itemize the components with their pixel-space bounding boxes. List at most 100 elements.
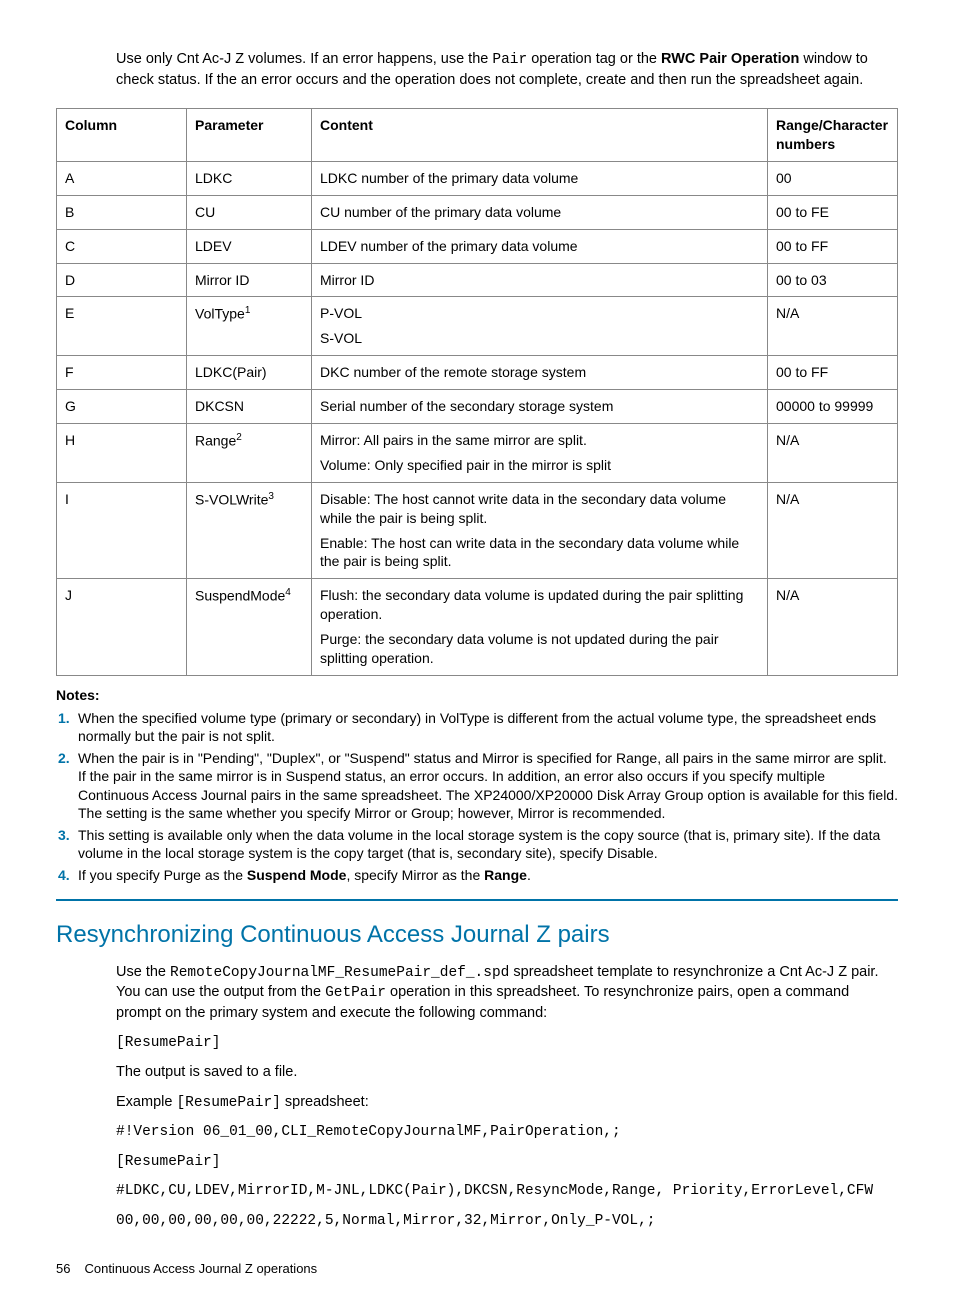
- table-row: IS-VOLWrite3Disable: The host cannot wri…: [57, 482, 898, 579]
- note-item: When the specified volume type (primary …: [56, 709, 898, 745]
- cell-parameter: DKCSN: [187, 390, 312, 424]
- note4-a: If you specify Purge as the: [78, 867, 247, 883]
- table-row: DMirror IDMirror ID00 to 03: [57, 263, 898, 297]
- cell-parameter: Mirror ID: [187, 263, 312, 297]
- code-header-line: #LDKC,CU,LDEV,MirrorID,M-JNL,LDKC(Pair),…: [116, 1182, 898, 1202]
- content-line: CU number of the primary data volume: [320, 203, 759, 222]
- cell-column: F: [57, 356, 187, 390]
- table-row: FLDKC(Pair) DKC number of the remote stor…: [57, 356, 898, 390]
- content-line: Flush: the secondary data volume is upda…: [320, 586, 759, 624]
- page-number: 56: [56, 1261, 70, 1276]
- header-range: Range/Character numbers: [768, 109, 898, 162]
- content-line: S-VOL: [320, 329, 759, 348]
- cell-parameter: LDKC: [187, 161, 312, 195]
- cell-column: C: [57, 229, 187, 263]
- content-line: Disable: The host cannot write data in t…: [320, 490, 759, 528]
- section-body: Use the RemoteCopyJournalMF_ResumePair_d…: [116, 963, 898, 1232]
- sec-p3b: spreadsheet:: [281, 1094, 369, 1110]
- cell-range: 00 to FF: [768, 229, 898, 263]
- cell-range: 00 to 03: [768, 263, 898, 297]
- cell-column: D: [57, 263, 187, 297]
- cell-range: 00: [768, 161, 898, 195]
- cell-range: 00 to FE: [768, 195, 898, 229]
- cell-range: 00000 to 99999: [768, 390, 898, 424]
- content-line: LDKC number of the primary data volume: [320, 169, 759, 188]
- cell-column: J: [57, 579, 187, 676]
- code-resumepair-2: [ResumePair]: [116, 1153, 898, 1173]
- section-heading: Resynchronizing Continuous Access Journa…: [56, 919, 898, 951]
- cell-content: P-VOL S-VOL: [312, 297, 768, 356]
- content-line: LDEV number of the primary data volume: [320, 237, 759, 256]
- note-item: This setting is available only when the …: [56, 826, 898, 862]
- cell-parameter: LDKC(Pair): [187, 356, 312, 390]
- code-resumepair-1: [ResumePair]: [116, 1034, 898, 1054]
- content-line: Enable: The host can write data in the s…: [320, 534, 759, 572]
- table-row: BCU CU number of the primary data volume 0…: [57, 195, 898, 229]
- cell-column: I: [57, 482, 187, 579]
- cell-content: CU number of the primary data volume: [312, 195, 768, 229]
- table-row: EVolType1 P-VOL S-VOL N/A: [57, 297, 898, 356]
- cell-range: N/A: [768, 482, 898, 579]
- cell-column: G: [57, 390, 187, 424]
- cell-content: DKC number of the remote storage system: [312, 356, 768, 390]
- intro-code: Pair: [492, 52, 527, 68]
- cell-column: H: [57, 424, 187, 483]
- cell-range: 00 to FF: [768, 356, 898, 390]
- footnote-ref: 1: [245, 305, 251, 316]
- table-row: ALDKC LDKC number of the primary data vol…: [57, 161, 898, 195]
- notes-section: Notes: When the specified volume type (p…: [56, 686, 898, 901]
- cell-range: N/A: [768, 424, 898, 483]
- cell-content: Mirror ID: [312, 263, 768, 297]
- sec-p3a: Example: [116, 1094, 176, 1110]
- intro-paragraph: Use only Cnt Ac-J Z volumes. If an error…: [116, 50, 898, 90]
- content-line: P-VOL: [320, 304, 759, 323]
- header-parameter: Parameter: [187, 109, 312, 162]
- intro-text-a: Use only Cnt Ac-J Z volumes. If an error…: [116, 51, 492, 67]
- cell-content: Disable: The host cannot write data in t…: [312, 482, 768, 579]
- cell-content: LDKC number of the primary data volume: [312, 161, 768, 195]
- table-row: HRange2Mirror: All pairs in the same mir…: [57, 424, 898, 483]
- table-header-row: Column Parameter Content Range/Character…: [57, 109, 898, 162]
- note4-bold1: Suspend Mode: [247, 867, 347, 883]
- sec-p1a: Use the: [116, 964, 170, 980]
- cell-parameter: CU: [187, 195, 312, 229]
- content-line: Mirror: All pairs in the same mirror are…: [320, 431, 759, 450]
- content-line: DKC number of the remote storage system: [320, 363, 759, 382]
- cell-content: LDEV number of the primary data volume: [312, 229, 768, 263]
- cell-content: Serial number of the secondary storage s…: [312, 390, 768, 424]
- content-line: Purge: the secondary data volume is not …: [320, 630, 759, 668]
- note4-c: .: [527, 867, 531, 883]
- table-row: JSuspendMode4Flush: the secondary data v…: [57, 579, 898, 676]
- code-data-line: 00,00,00,00,00,00,22222,5,Normal,Mirror,…: [116, 1212, 898, 1232]
- sec-p2: The output is saved to a file.: [116, 1063, 898, 1083]
- footer-title: Continuous Access Journal Z operations: [84, 1261, 317, 1276]
- footnote-ref: 4: [285, 587, 291, 598]
- cell-column: A: [57, 161, 187, 195]
- cell-content: Mirror: All pairs in the same mirror are…: [312, 424, 768, 483]
- header-column: Column: [57, 109, 187, 162]
- table-row: CLDEV LDEV number of the primary data vol…: [57, 229, 898, 263]
- note4-bold2: Range: [484, 867, 527, 883]
- cell-range: N/A: [768, 579, 898, 676]
- note-item: When the pair is in "Pending", "Duplex",…: [56, 749, 898, 822]
- content-line: Mirror ID: [320, 271, 759, 290]
- content-line: Volume: Only specified pair in the mirro…: [320, 456, 759, 475]
- content-line: Serial number of the secondary storage s…: [320, 397, 759, 416]
- cell-parameter: LDEV: [187, 229, 312, 263]
- notes-header: Notes:: [56, 686, 898, 705]
- intro-text-b: operation tag or the: [527, 51, 661, 67]
- cell-parameter: SuspendMode4: [187, 579, 312, 676]
- footnote-ref: 2: [236, 432, 242, 443]
- note-item: If you specify Purge as the Suspend Mode…: [56, 866, 898, 884]
- cell-parameter: S-VOLWrite3: [187, 482, 312, 579]
- code-version: #!Version 06_01_00,CLI_RemoteCopyJournal…: [116, 1123, 898, 1143]
- cell-column: B: [57, 195, 187, 229]
- table-row: GDKCSN Serial number of the secondary sto…: [57, 390, 898, 424]
- cell-column: E: [57, 297, 187, 356]
- cell-content: Flush: the secondary data volume is upda…: [312, 579, 768, 676]
- cell-parameter: VolType1: [187, 297, 312, 356]
- sec-p3code: [ResumePair]: [176, 1095, 280, 1111]
- sec-p1code1: RemoteCopyJournalMF_ResumePair_def_.spd: [170, 965, 509, 981]
- page-footer: 56 Continuous Access Journal Z operations: [56, 1260, 898, 1278]
- cell-range: N/A: [768, 297, 898, 356]
